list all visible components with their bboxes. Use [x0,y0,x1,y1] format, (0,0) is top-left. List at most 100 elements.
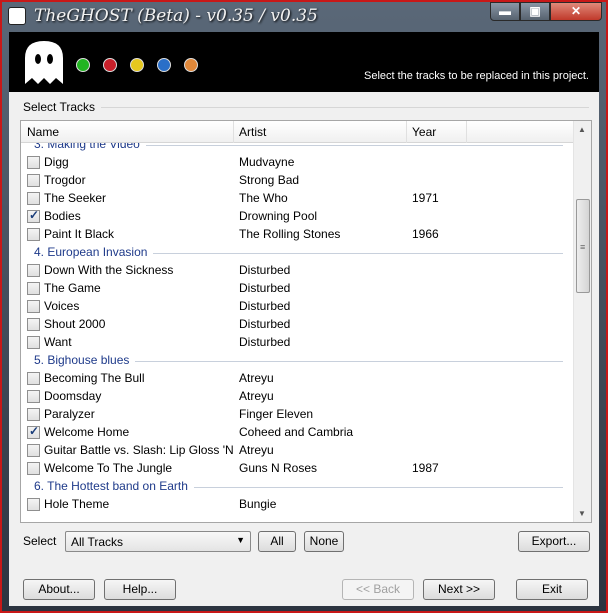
track-artist: Strong Bad [239,173,300,187]
maximize-button[interactable]: ▣ [520,2,550,21]
track-checkbox[interactable] [27,300,40,313]
group-title: 3. Making the Video [34,143,146,151]
help-button[interactable]: Help... [104,579,176,600]
red-dot [103,58,117,72]
column-separator[interactable] [233,121,234,143]
client-area: Select Tracks Name Artist Year 3. Making… [9,92,599,606]
yellow-dot [130,58,144,72]
track-name: Doomsday [44,389,102,403]
track-row[interactable]: Becoming The Bull Atreyu [21,369,573,387]
group-title: 5. Bighouse blues [34,353,136,367]
track-name: Becoming The Bull [44,371,145,385]
track-row[interactable]: Paint It Black The Rolling Stones 1966 [21,225,573,243]
track-checkbox[interactable] [27,208,40,223]
main-window: TheGHOST (Beta) - v0.35 / v0.35 ▬ ▣ ✕ Se… [0,0,608,613]
select-none-button[interactable]: None [304,531,344,552]
grip-icon: ≡ [580,242,586,252]
track-checkbox[interactable] [27,174,40,187]
ghost-app-icon [8,7,26,25]
track-artist: Mudvayne [239,155,295,169]
track-artist: Bungie [239,497,277,511]
track-name: The Seeker [44,191,107,205]
track-row[interactable]: Bodies Drowning Pool [21,207,573,225]
orange-dot [184,58,198,72]
title-bar[interactable]: TheGHOST (Beta) - v0.35 / v0.35 ▬ ▣ ✕ [2,2,606,30]
track-year: 1966 [412,227,439,241]
group-header: 6. The Hottest band on Earth [21,477,573,495]
column-header-year[interactable]: Year [412,125,436,139]
export-button[interactable]: Export... [518,531,590,552]
track-name: Shout 2000 [44,317,106,331]
track-filter-dropdown[interactable]: All Tracks ▼ [65,531,251,552]
vertical-scrollbar[interactable]: ▲ ≡ ▼ [573,121,591,522]
group-header: 3. Making the Video [21,143,573,153]
track-list[interactable]: Name Artist Year 3. Making the Video Digg… [20,120,592,523]
track-checkbox[interactable] [27,462,40,475]
select-label: Select [23,534,57,548]
track-name: Paint It Black [44,227,115,241]
track-row[interactable]: Guitar Battle vs. Slash: Lip Gloss 'N' B… [21,441,573,459]
track-row[interactable]: Digg Mudvayne [21,153,573,171]
scroll-thumb[interactable]: ≡ [576,199,590,293]
track-artist: Disturbed [239,335,291,349]
track-artist: The Rolling Stones [239,227,341,241]
track-artist: Guns N Roses [239,461,318,475]
track-name: Welcome To The Jungle [44,461,173,475]
track-checkbox[interactable] [27,282,40,295]
close-button[interactable]: ✕ [550,2,602,21]
track-artist: Atreyu [239,443,274,457]
track-checkbox[interactable] [27,498,40,511]
track-row[interactable]: Welcome To The Jungle Guns N Roses 1987 [21,459,573,477]
track-name: The Game [44,281,101,295]
track-checkbox[interactable] [27,444,40,457]
track-checkbox[interactable] [27,318,40,331]
track-row[interactable]: Hole Theme Bungie [21,495,573,513]
track-name: Welcome Home [44,425,130,439]
group-header: 5. Bighouse blues [21,351,573,369]
track-row[interactable]: Welcome Home Coheed and Cambria [21,423,573,441]
column-separator[interactable] [466,121,467,143]
track-checkbox[interactable] [27,390,40,403]
column-header-name[interactable]: Name [27,125,59,139]
column-separator[interactable] [406,121,407,143]
next-button[interactable]: Next >> [423,579,495,600]
track-rows: 3. Making the Video Digg Mudvayne Trogdor St… [21,143,573,522]
track-row[interactable]: Down With the Sickness Disturbed [21,261,573,279]
track-year: 1987 [412,461,439,475]
minimize-button[interactable]: ▬ [490,2,520,21]
back-button[interactable]: << Back [342,579,414,600]
column-header-artist[interactable]: Artist [239,125,266,139]
track-artist: Finger Eleven [239,407,314,421]
track-artist: Coheed and Cambria [239,425,354,439]
track-row[interactable]: Want Disturbed [21,333,573,351]
green-dot [76,58,90,72]
track-checkbox[interactable] [27,372,40,385]
track-row[interactable]: Doomsday Atreyu [21,387,573,405]
track-checkbox[interactable] [27,228,40,241]
track-name: Hole Theme [44,497,110,511]
track-row[interactable]: Trogdor Strong Bad [21,171,573,189]
track-row[interactable]: Voices Disturbed [21,297,573,315]
header-banner: Select the tracks to be replaced in this… [9,32,599,92]
scroll-down-arrow-icon[interactable]: ▼ [578,509,586,518]
track-row[interactable]: Paralyzer Finger Eleven [21,405,573,423]
about-button[interactable]: About... [23,579,95,600]
track-artist: Disturbed [239,281,291,295]
track-year: 1971 [412,191,439,205]
track-checkbox[interactable] [27,192,40,205]
track-checkbox[interactable] [27,424,40,439]
dropdown-arrow-icon: ▼ [236,535,245,545]
track-checkbox[interactable] [27,156,40,169]
select-all-button[interactable]: All [258,531,296,552]
track-row[interactable]: The Game Disturbed [21,279,573,297]
ghost-logo-icon [25,41,63,84]
track-checkbox[interactable] [27,264,40,277]
scroll-up-arrow-icon[interactable]: ▲ [578,125,586,134]
track-artist: The Who [239,191,288,205]
track-row[interactable]: Shout 2000 Disturbed [21,315,573,333]
exit-button[interactable]: Exit [516,579,588,600]
track-checkbox[interactable] [27,408,40,421]
track-artist: Disturbed [239,299,291,313]
track-checkbox[interactable] [27,336,40,349]
track-row[interactable]: The Seeker The Who 1971 [21,189,573,207]
